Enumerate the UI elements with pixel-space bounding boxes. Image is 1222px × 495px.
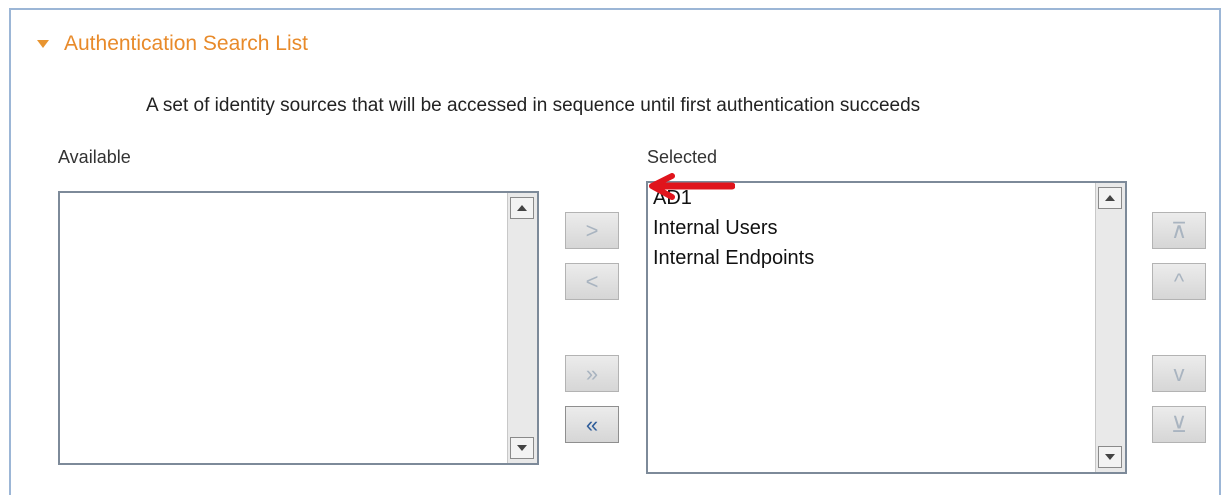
section-title: Authentication Search List bbox=[64, 32, 308, 55]
scroll-down-button[interactable] bbox=[510, 437, 534, 459]
scroll-up-icon bbox=[1105, 195, 1115, 201]
collapse-triangle-icon[interactable] bbox=[37, 40, 49, 48]
section-description: A set of identity sources that will be a… bbox=[146, 95, 921, 116]
move-to-bottom-button[interactable]: ⊻ bbox=[1152, 406, 1206, 443]
scroll-up-button[interactable] bbox=[1098, 187, 1122, 209]
move-to-top-button[interactable]: ⊼ bbox=[1152, 212, 1206, 249]
move-up-button[interactable]: ^ bbox=[1152, 263, 1206, 300]
scroll-down-icon bbox=[517, 445, 527, 451]
selected-label: Selected bbox=[647, 147, 718, 167]
available-listbox[interactable] bbox=[58, 191, 539, 465]
move-all-left-button[interactable]: « bbox=[565, 406, 619, 443]
move-left-button[interactable]: < bbox=[565, 263, 619, 300]
move-all-right-button[interactable]: » bbox=[565, 355, 619, 392]
move-right-button[interactable]: > bbox=[565, 212, 619, 249]
selected-list-item[interactable]: Internal Users bbox=[653, 213, 814, 243]
selected-list-item[interactable]: Internal Endpoints bbox=[653, 243, 814, 273]
scroll-down-button[interactable] bbox=[1098, 446, 1122, 468]
available-scrollbar[interactable] bbox=[507, 193, 537, 463]
scroll-down-icon bbox=[1105, 454, 1115, 460]
annotation-arrow-icon bbox=[649, 173, 735, 200]
scroll-up-button[interactable] bbox=[510, 197, 534, 219]
selected-scrollbar[interactable] bbox=[1095, 183, 1125, 472]
selected-listbox[interactable]: AD1 Internal Users Internal Endpoints bbox=[646, 181, 1127, 474]
scroll-up-icon bbox=[517, 205, 527, 211]
move-down-button[interactable]: v bbox=[1152, 355, 1206, 392]
section-header[interactable]: Authentication Search List bbox=[37, 32, 308, 56]
available-label: Available bbox=[58, 147, 131, 167]
